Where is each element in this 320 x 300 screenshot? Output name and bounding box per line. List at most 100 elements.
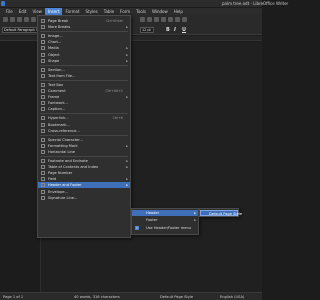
special-character-icon	[41, 137, 45, 142]
checkmark-icon: ✓	[135, 226, 139, 230]
chevron-right-icon: ▸	[126, 46, 128, 51]
menu-item-label: Hyperlink...	[48, 116, 69, 121]
insert-menu-item-special-character[interactable]: Special Character...	[38, 137, 130, 143]
insert-menu-item-caption[interactable]: Caption...	[38, 106, 130, 112]
menu-table[interactable]: Table	[101, 8, 117, 15]
insert-menu-item-footnote-and-endnote[interactable]: Footnote and Endnote ▸	[38, 158, 130, 164]
insert-menu-item-horizontal-line[interactable]: Horizontal Line	[38, 149, 130, 155]
chevron-right-icon: ▸	[194, 218, 196, 222]
language-status[interactable]: English (USA)	[220, 295, 244, 299]
menu-item-label: Footnote and Endnote	[48, 159, 88, 163]
menu-insert[interactable]: Insert	[44, 8, 63, 15]
text-box-icon	[41, 82, 45, 87]
menu-item-label: Text Box	[48, 82, 64, 87]
insert-menu-item-page-number[interactable]: Page Number	[38, 170, 130, 176]
insert-menu-item-object[interactable]: Object ▸	[38, 52, 130, 58]
insert-hyperlink-icon[interactable]	[175, 17, 180, 22]
insert-image-icon[interactable]	[147, 17, 152, 22]
menu-edit[interactable]: Edit	[16, 8, 30, 15]
bookmark-icon	[41, 122, 45, 127]
save-icon[interactable]	[17, 17, 22, 22]
menu-window[interactable]: Window	[149, 8, 171, 15]
menu-item-label: Caption...	[48, 107, 66, 112]
more-breaks-icon	[41, 25, 45, 30]
paragraph-style-select[interactable]: Default Paragraph Style	[2, 27, 38, 33]
insert-special-char-icon[interactable]	[168, 17, 173, 22]
insert-menu-item-header-and-footer[interactable]: Header and Footer ▸	[38, 182, 130, 189]
insert-menu-item-text-box[interactable]: Text Box	[38, 82, 130, 88]
header-submenu: Default Page Style	[199, 208, 242, 217]
chevron-right-icon: ▸	[126, 58, 128, 63]
insert-menu-item-more-breaks[interactable]: More Breaks ▸	[38, 24, 130, 30]
menu-item-label: Page Number	[48, 171, 73, 176]
menu-form[interactable]: Form	[117, 8, 133, 15]
insert-menu-item-comment[interactable]: Comment Ctrl+Alt+C	[38, 88, 130, 94]
bold-button[interactable]: B	[166, 27, 170, 33]
insert-table-icon[interactable]	[140, 17, 145, 22]
menu-file[interactable]: File	[3, 8, 16, 15]
underline-button[interactable]: U	[182, 27, 186, 33]
insert-menu-item-envelope[interactable]: Envelope...	[38, 189, 130, 195]
chevron-right-icon: ▸	[126, 52, 128, 57]
menu-bar: File Edit View Insert Format Styles Tabl…	[0, 8, 262, 15]
insert-menu-item-frame[interactable]: Frame ▸	[38, 94, 130, 100]
font-size-select[interactable]: 12 pt	[140, 27, 154, 33]
insert-menu-item-cross-reference[interactable]: Cross-reference...	[38, 128, 130, 134]
document-icon	[1, 1, 5, 6]
insert-menu-item-fontwork[interactable]: Fontwork...	[38, 100, 130, 106]
envelope-icon	[41, 189, 45, 194]
insert-menu-item-field[interactable]: Field ▸	[38, 176, 130, 182]
menu-item-label: Comment	[48, 89, 66, 93]
insert-menu-item-signature-line[interactable]: Signature Line...	[38, 195, 130, 201]
header-menu-item[interactable]: Header ▸	[132, 210, 198, 216]
insert-chart-icon[interactable]	[154, 17, 159, 22]
menu-styles[interactable]: Styles	[83, 8, 101, 15]
menu-item-shortcut: Ctrl+K	[112, 116, 123, 121]
menu-item-label: Table of Contents and Index	[48, 165, 99, 170]
formatting-mark-icon	[41, 143, 45, 148]
insert-menu-item-chart[interactable]: Chart...	[38, 39, 130, 45]
new-document-icon[interactable]	[3, 17, 8, 22]
menu-item-label: Image...	[48, 34, 63, 39]
page-count: Page 1 of 1	[3, 295, 24, 299]
comment-icon	[41, 89, 45, 93]
menu-item-label: Field	[48, 177, 57, 182]
menu-item-label: More Breaks	[48, 25, 71, 30]
menu-item-label: Chart...	[48, 40, 62, 45]
use-header-footer-menu-item[interactable]: ✓ Use Header/Footer menu	[132, 225, 198, 231]
footer-menu-item[interactable]: Footer ▸	[132, 217, 198, 223]
menu-item-label: Signature Line...	[48, 195, 78, 200]
menu-tools[interactable]: Tools	[133, 8, 149, 15]
menu-item-label: Special Character...	[48, 137, 83, 142]
menu-item-label: Frame	[48, 95, 60, 100]
insert-textbox-icon[interactable]	[161, 17, 166, 22]
insert-menu-item-page-break[interactable]: Page Break Ctrl+Enter	[38, 18, 130, 24]
default-page-style-item[interactable]: Default Page Style	[200, 210, 242, 216]
page-style-status[interactable]: Default Page Style	[160, 295, 193, 299]
fontwork-icon	[41, 101, 45, 106]
menu-separator	[40, 156, 128, 157]
insert-menu-item-image[interactable]: Image...	[38, 33, 130, 39]
menu-view[interactable]: View	[29, 8, 45, 15]
menu-item-shortcut: Ctrl+Alt+C	[105, 89, 123, 93]
insert-menu-item-hyperlink[interactable]: Hyperlink... Ctrl+K	[38, 115, 130, 121]
insert-comment-icon[interactable]	[182, 17, 187, 22]
menu-help[interactable]: Help	[171, 8, 186, 15]
media-icon	[41, 46, 45, 51]
insert-menu-item-shape[interactable]: Shape ▸	[38, 58, 130, 64]
italic-button[interactable]: I	[174, 27, 176, 33]
export-pdf-icon[interactable]	[24, 17, 29, 22]
insert-menu-item-media[interactable]: Media ▸	[38, 45, 130, 51]
insert-menu-item-table-of-contents-and-index[interactable]: Table of Contents and Index ▸	[38, 164, 130, 170]
hyperlink-icon	[41, 116, 45, 121]
insert-menu-item-formatting-mark[interactable]: Formatting Mark ▸	[38, 143, 130, 149]
insert-menu-item-text-from-file[interactable]: Text from File...	[38, 73, 130, 79]
menu-item-shortcut: Ctrl+Enter	[106, 19, 123, 23]
print-icon[interactable]	[31, 17, 36, 22]
menu-item-label: Shape	[48, 58, 60, 63]
insert-menu-item-bookmark[interactable]: Bookmark...	[38, 122, 130, 128]
chart-icon	[41, 40, 45, 45]
menu-format[interactable]: Format	[62, 8, 82, 15]
insert-menu-item-section[interactable]: Section...	[38, 67, 130, 73]
open-icon[interactable]	[10, 17, 15, 22]
